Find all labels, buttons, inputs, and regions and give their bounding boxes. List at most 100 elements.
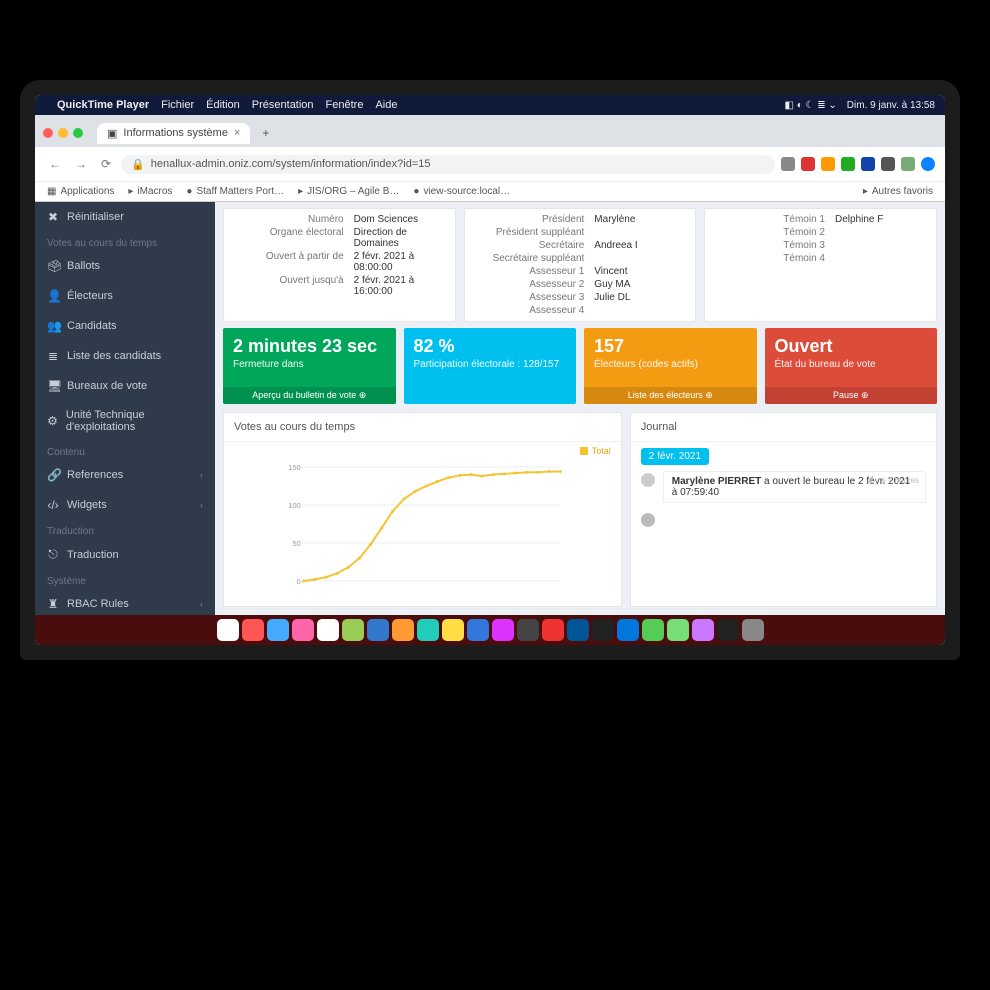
- dock-app-icon[interactable]: [667, 619, 689, 641]
- sidebar-item-candidats[interactable]: 👥 Candidats: [35, 311, 215, 341]
- mac-dock[interactable]: [35, 615, 945, 645]
- journal-end: [641, 511, 926, 527]
- wifi-icon[interactable]: ◧ ◐ ☾ ≣ ⌄: [784, 100, 836, 111]
- journal-entry-time: il y a 7 heures: [869, 476, 919, 485]
- sidebar-item-ballots[interactable]: 🗳 Ballots: [35, 251, 215, 281]
- dock-app-icon[interactable]: [592, 619, 614, 641]
- mac-menu-file[interactable]: Fichier: [161, 99, 194, 111]
- dock-app-icon[interactable]: [317, 619, 339, 641]
- other-bookmarks[interactable]: ▸ Autres favoris: [863, 186, 933, 197]
- dock-trash-icon[interactable]: [742, 619, 764, 641]
- ytick: 50: [292, 539, 300, 548]
- dock-app-icon[interactable]: [267, 619, 289, 641]
- tab-title: Informations système: [123, 127, 228, 139]
- tab-favicon-icon: ▣: [107, 127, 117, 140]
- stat-time-footer-link[interactable]: Aperçu du bulletin de vote ⊕: [252, 390, 366, 400]
- panel-journal-title: Journal: [631, 413, 936, 442]
- sidebar-section-content: Contenu: [35, 441, 215, 460]
- code-icon: ‹/›: [47, 498, 59, 512]
- minimize-icon[interactable]: [58, 128, 68, 138]
- dock-app-icon[interactable]: [292, 619, 314, 641]
- dock-app-icon[interactable]: [692, 619, 714, 641]
- sidebar-section-votes: Votes au cours du temps: [35, 232, 215, 251]
- sidebar-item-bureaux[interactable]: 🖥 Bureaux de vote: [35, 371, 215, 401]
- sidebar-item-widgets[interactable]: ‹/› Widgets ‹: [35, 490, 215, 520]
- stat-elect-footer-link[interactable]: Liste des électeurs ⊕: [628, 390, 713, 400]
- close-icon[interactable]: [43, 128, 53, 138]
- bookmarks-bar: ▦ Applications ▸ iMacros ● Staff Matters…: [35, 181, 945, 201]
- url-bar[interactable]: 🔒 henallux-admin.oniz.com/system/informa…: [121, 155, 775, 174]
- line-chart: 0 50 100 150: [234, 448, 611, 600]
- profile-avatar-icon[interactable]: [921, 157, 935, 171]
- bookmark-staff[interactable]: ● Staff Matters Port…: [186, 186, 284, 197]
- journal-entry: il y a 7 heures Marylène PIERRET a ouver…: [641, 471, 926, 503]
- extension-icons[interactable]: [781, 157, 935, 171]
- mac-menu-help[interactable]: Aide: [375, 99, 397, 111]
- dock-app-icon[interactable]: [442, 619, 464, 641]
- mac-menu-view[interactable]: Présentation: [252, 99, 314, 111]
- info-box-bureau: NuméroDom Sciences Organe électoralDirec…: [223, 208, 456, 322]
- sidebar-reset[interactable]: ✖ Réinitialiser: [35, 202, 215, 232]
- stat-status-footer-link[interactable]: Pause ⊕: [833, 390, 869, 400]
- new-tab-button[interactable]: +: [256, 124, 275, 142]
- browser-tab[interactable]: ▣ Informations système ×: [97, 123, 250, 144]
- sidebar-item-electeurs[interactable]: 👤 Électeurs: [35, 281, 215, 311]
- panel-chart-title: Votes au cours du temps: [224, 413, 621, 442]
- bookmark-jis[interactable]: ▸ JIS/ORG – Agile B…: [298, 186, 399, 197]
- dock-app-icon[interactable]: [392, 619, 414, 641]
- tab-close-icon[interactable]: ×: [234, 127, 240, 139]
- bookmark-imacros[interactable]: ▸ iMacros: [128, 186, 172, 197]
- dock-app-icon[interactable]: [517, 619, 539, 641]
- forward-button[interactable]: →: [71, 155, 91, 173]
- sidebar-item-ute[interactable]: ⚙ Unité Technique d'exploitations: [35, 401, 215, 441]
- mac-menu-edit[interactable]: Édition: [206, 99, 240, 111]
- dock-app-icon[interactable]: [367, 619, 389, 641]
- legend-color-icon: [580, 447, 588, 455]
- mac-menu-window[interactable]: Fenêtre: [326, 99, 364, 111]
- dock-app-icon[interactable]: [417, 619, 439, 641]
- translate-icon: ⎋: [47, 547, 59, 562]
- journal-date-badge: 2 févr. 2021: [641, 448, 709, 465]
- info-box-staff: PrésidentMarylène Président suppléant Se…: [464, 208, 697, 322]
- back-button[interactable]: ←: [45, 155, 65, 173]
- mac-menubar: QuickTime Player Fichier Édition Présent…: [35, 95, 945, 115]
- dock-finder-icon[interactable]: [217, 619, 239, 641]
- dock-app-icon[interactable]: [542, 619, 564, 641]
- sidebar-item-rbac[interactable]: ♜ RBAC Rules ‹: [35, 589, 215, 615]
- bookmark-viewsource[interactable]: ● view-source:local…: [413, 186, 510, 197]
- sidebar-item-references[interactable]: 🔗 References ‹: [35, 460, 215, 490]
- stat-elect-value: 157: [594, 336, 747, 357]
- dock-app-icon[interactable]: [342, 619, 364, 641]
- expand-icon[interactable]: [73, 128, 83, 138]
- ytick: 0: [297, 577, 301, 586]
- reload-button[interactable]: ⟳: [97, 155, 115, 173]
- apps-button[interactable]: ▦ Applications: [47, 186, 114, 197]
- journal-actor: Marylène PIERRET: [672, 476, 761, 487]
- dock-app-icon[interactable]: [617, 619, 639, 641]
- dock-app-icon[interactable]: [242, 619, 264, 641]
- stat-time-value: 2 minutes 23 sec: [233, 336, 386, 357]
- stat-status-sub: État du bureau de vote: [775, 359, 928, 370]
- stat-status-value: Ouvert: [775, 336, 928, 357]
- sidebar-section-system: Système: [35, 570, 215, 589]
- dock-app-icon[interactable]: [492, 619, 514, 641]
- stat-part-sub: Participation électorale : 128/157: [414, 359, 567, 370]
- dock-app-icon[interactable]: [467, 619, 489, 641]
- panel-journal: Journal 2 févr. 2021 il y a 7 heures Mar…: [630, 412, 937, 607]
- stat-card-participation: 82 % Participation électorale : 128/157: [404, 328, 577, 404]
- dock-app-icon[interactable]: [642, 619, 664, 641]
- screen: QuickTime Player Fichier Édition Présent…: [35, 95, 945, 645]
- main-content: NuméroDom Sciences Organe électoralDirec…: [215, 202, 945, 615]
- mac-app-name[interactable]: QuickTime Player: [57, 99, 149, 111]
- url-text: henallux-admin.oniz.com/system/informati…: [151, 158, 431, 170]
- chevron-left-icon: ‹: [200, 599, 203, 609]
- dock-app-icon[interactable]: [567, 619, 589, 641]
- list-icon: ≣: [47, 349, 59, 363]
- monitor-icon: 🖥: [47, 379, 59, 393]
- dock-app-icon[interactable]: [717, 619, 739, 641]
- window-controls[interactable]: [43, 128, 83, 138]
- people-icon: 👥: [47, 319, 59, 333]
- sidebar-item-liste-candidats[interactable]: ≣ Liste des candidats: [35, 341, 215, 371]
- journal-verb: a ouvert: [764, 476, 800, 487]
- sidebar-item-traduction[interactable]: ⎋ Traduction: [35, 539, 215, 570]
